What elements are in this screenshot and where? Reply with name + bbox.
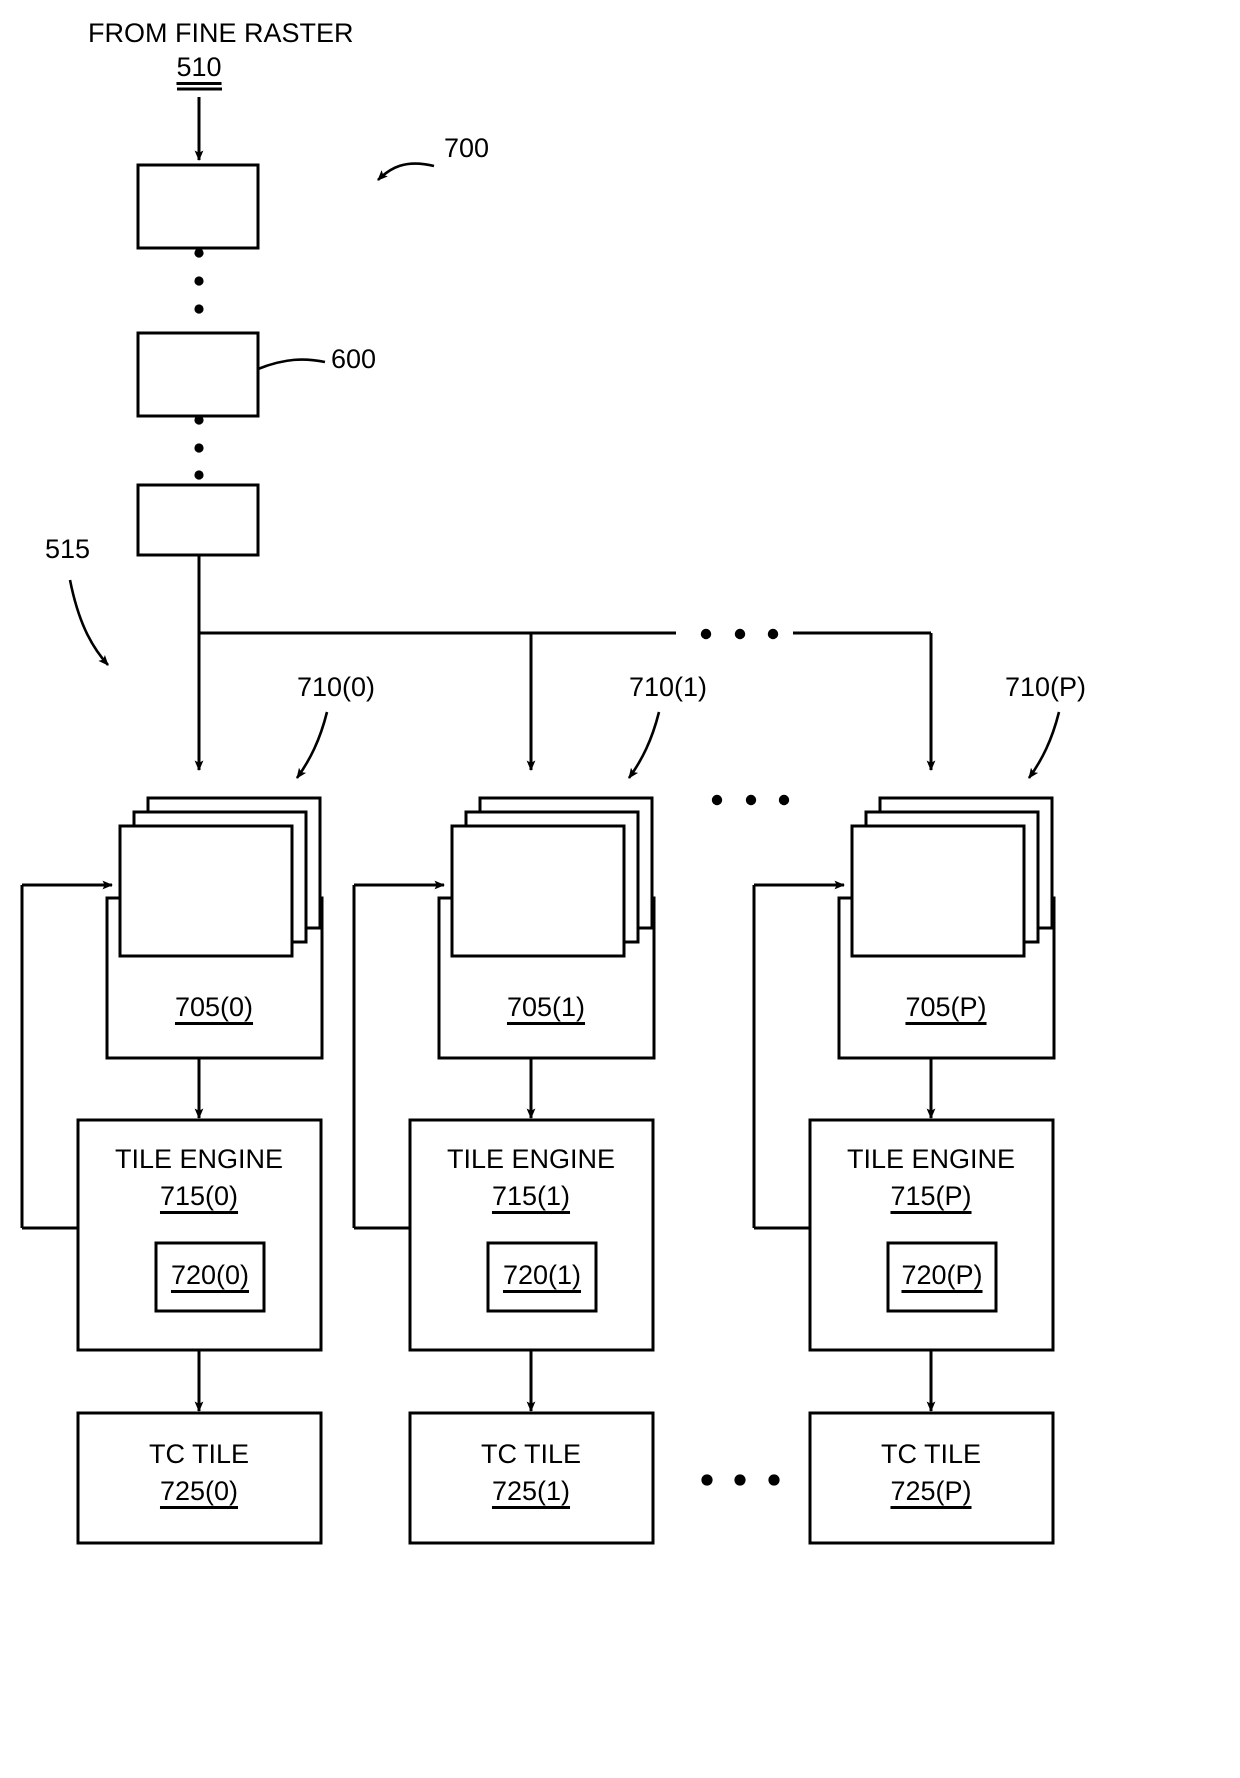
leader-700 <box>377 162 435 181</box>
tc-tile-ref-col0: 725(0) <box>159 1476 239 1506</box>
pipeline-ref-600: 600 <box>331 344 377 374</box>
pipeline-stage-box-600 <box>136 331 260 418</box>
inner-ref-720-0: 720(0) <box>170 1260 250 1290</box>
inner-ref-720-P: 720(P) <box>901 1260 983 1290</box>
tc-tile-label-colP: TC TILE <box>880 1439 982 1469</box>
leader-710-0 <box>295 711 329 779</box>
tile-engine-label-col0: TILE ENGINE <box>114 1144 284 1174</box>
tile-engine-ref-col1: 715(1) <box>491 1181 571 1211</box>
stack-row-ellipsis <box>711 794 790 806</box>
stack-box-front-colP <box>850 824 1026 958</box>
tile-engine-label-col1: TILE ENGINE <box>446 1144 616 1174</box>
pipeline-ellipsis-upper <box>194 248 204 314</box>
leader-710-P <box>1027 711 1061 779</box>
inner-ref-720-1: 720(1) <box>502 1260 582 1290</box>
bus-ellipsis <box>700 628 779 640</box>
pipeline-ellipsis-lower <box>194 415 204 480</box>
tc-tile-ref-col1: 725(1) <box>491 1476 571 1506</box>
tile-engine-ref-colP: 715(P) <box>890 1181 972 1211</box>
stack-box-front-col0 <box>118 824 294 958</box>
figure-ref-700: 700 <box>444 133 490 163</box>
leader-515 <box>68 579 109 666</box>
tc-tile-row-ellipsis <box>701 1474 780 1486</box>
bus-ref-515: 515 <box>45 534 91 564</box>
tile-engine-label-colP: TILE ENGINE <box>846 1144 1016 1174</box>
unit-ref-705-0: 705(0) <box>174 992 254 1022</box>
pipeline-stage-box-3 <box>136 483 260 557</box>
leader-710-1 <box>627 711 661 779</box>
unit-ref-705-P: 705(P) <box>905 992 987 1022</box>
stack-ref-710-0: 710(0) <box>297 672 376 702</box>
source-label: FROM FINE RASTER <box>88 18 354 48</box>
stack-ref-710-P: 710(P) <box>1005 672 1087 702</box>
leader-600 <box>257 358 326 371</box>
tc-tile-ref-colP: 725(P) <box>890 1476 972 1506</box>
pipeline-stage-box-1 <box>136 163 260 250</box>
source-ref-510: 510 <box>176 52 222 82</box>
tc-tile-label-col0: TC TILE <box>148 1439 250 1469</box>
stack-box-front-col1 <box>450 824 626 958</box>
stack-ref-710-1: 710(1) <box>629 672 708 702</box>
unit-ref-705-1: 705(1) <box>506 992 586 1022</box>
tile-engine-ref-col0: 715(0) <box>159 1181 239 1211</box>
tc-tile-label-col1: TC TILE <box>480 1439 582 1469</box>
patent-figure: FROM FINE RASTER 510 700 600 515 710(0) … <box>0 0 1240 1778</box>
figure-drawing <box>20 87 1061 1545</box>
